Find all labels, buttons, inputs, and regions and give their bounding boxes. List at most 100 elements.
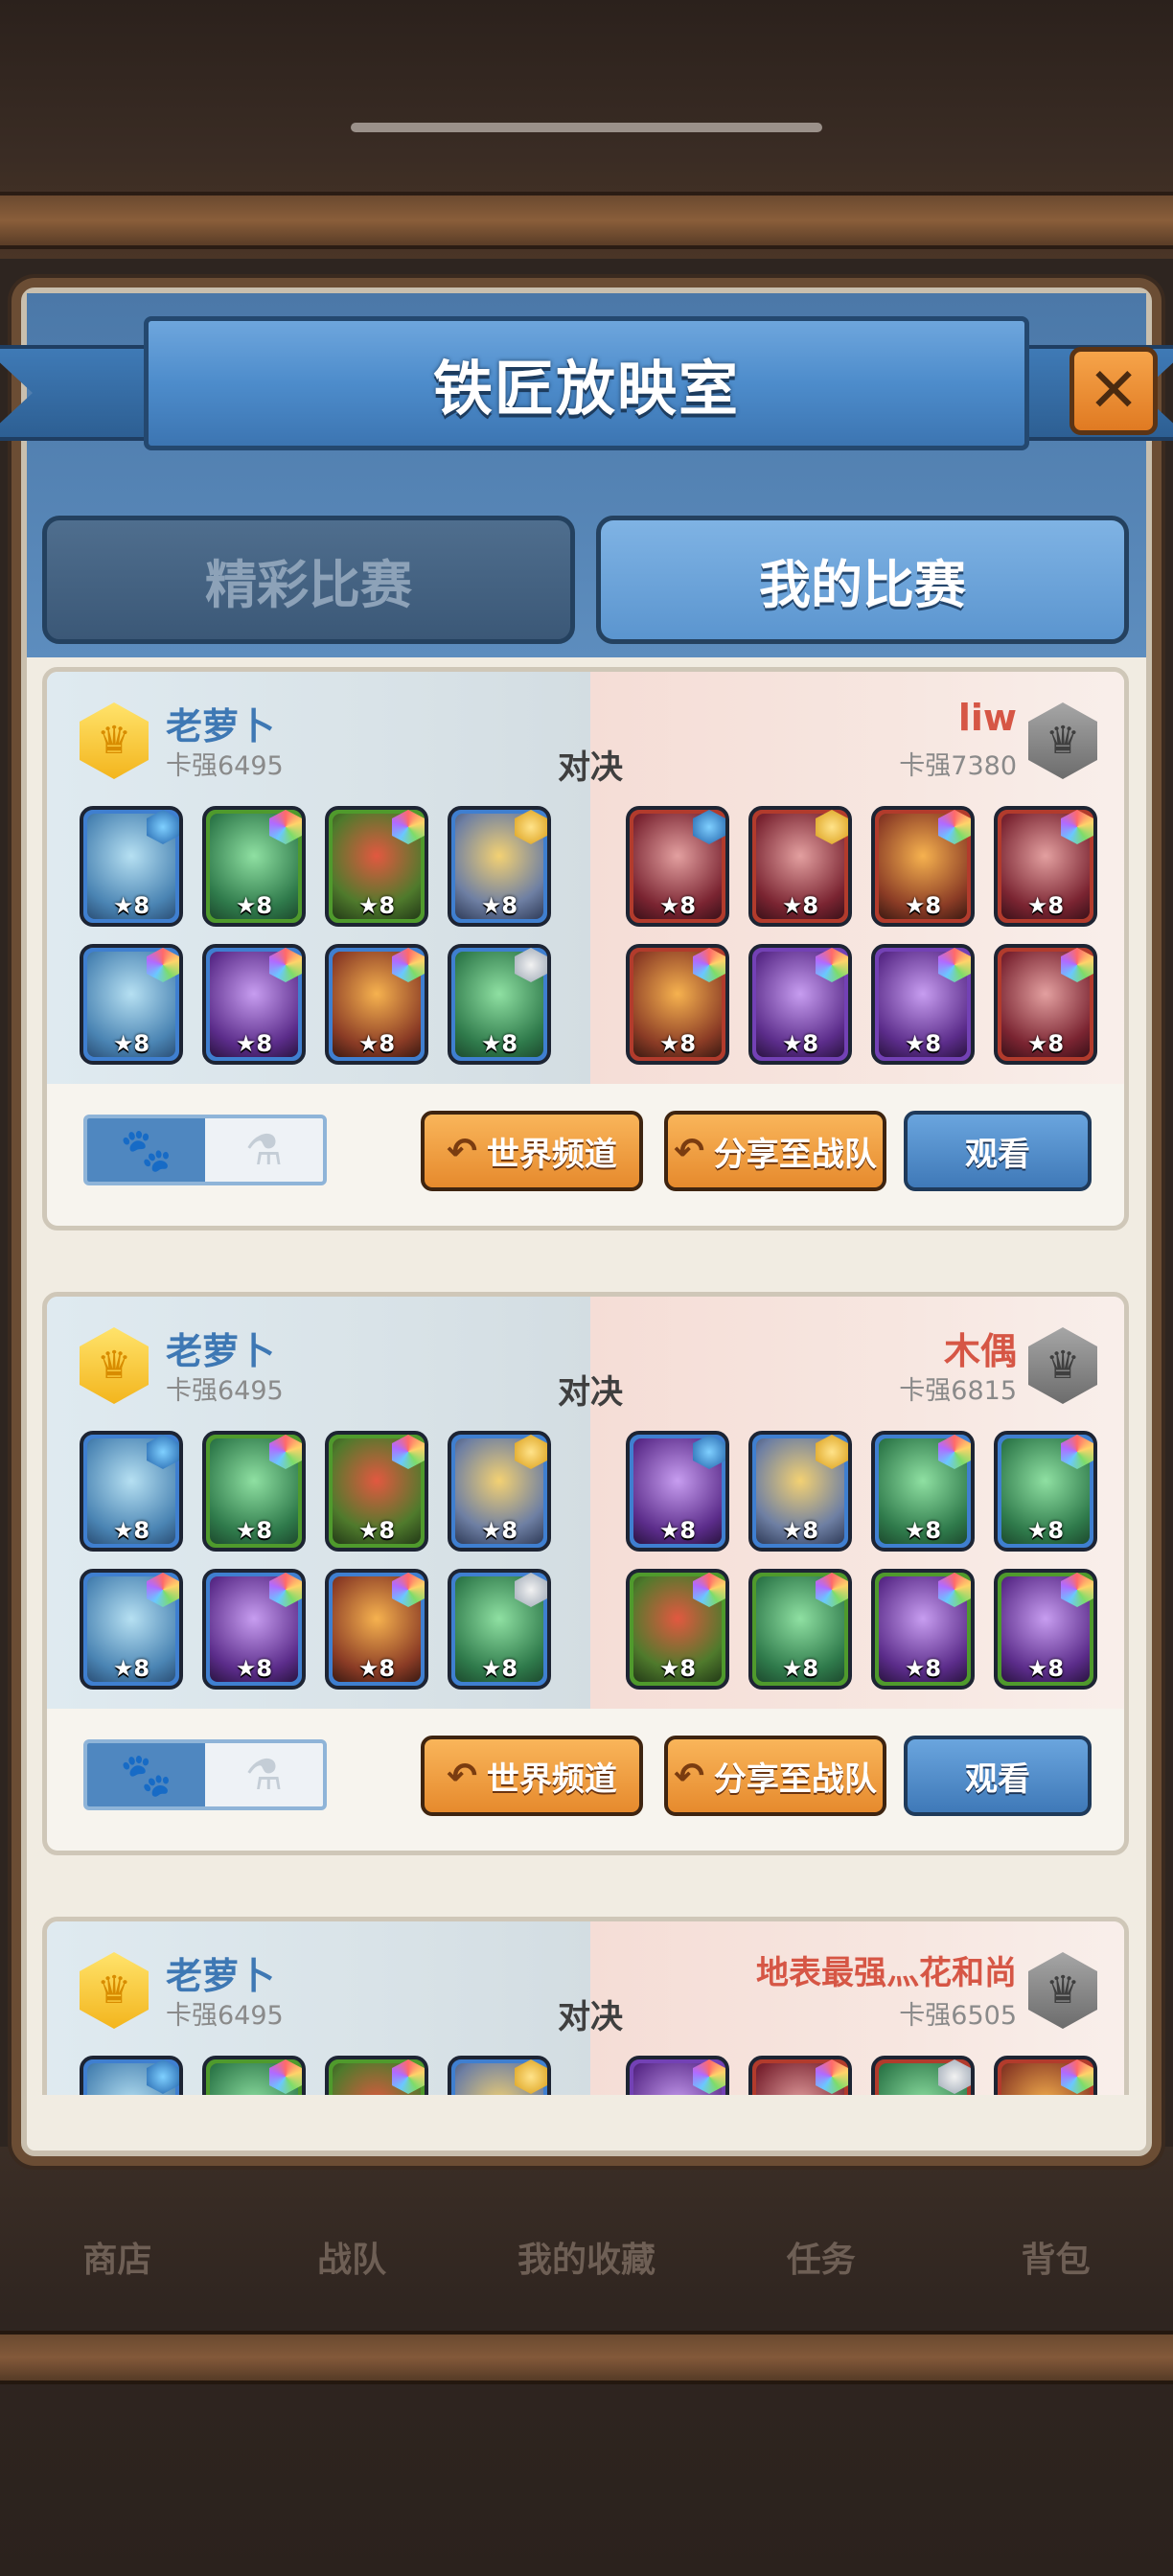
left-player-name[interactable]: 老萝卜 <box>166 1322 275 1374</box>
unit-card[interactable]: ★8 <box>871 1569 975 1690</box>
share-to-team-button[interactable]: ↶ 分享至战队 <box>664 1111 886 1191</box>
match-card: ♛ 老萝卜 卡强6495 对决 liw 卡强7380 ♛ ★8 ★8 ★8 ★8… <box>42 667 1129 1230</box>
unit-star-level: ★8 <box>904 1030 942 1057</box>
watch-button[interactable]: 观看 <box>904 1111 1092 1191</box>
right-player-power: 卡强6505 <box>899 2001 1017 2031</box>
unit-star-level: ★8 <box>781 892 819 919</box>
unit-star-level: ★8 <box>904 892 942 919</box>
unit-card[interactable]: ★8 <box>448 806 551 927</box>
ribbon-left-tail <box>0 345 153 441</box>
unit-star-level: ★8 <box>235 1030 273 1057</box>
unit-star-level: ★8 <box>658 1517 697 1544</box>
match-list[interactable]: ♛ 老萝卜 卡强6495 对决 liw 卡强7380 ♛ ★8 ★8 ★8 ★8… <box>42 667 1129 2133</box>
unit-star-level: ★8 <box>904 1517 942 1544</box>
unit-card[interactable]: ★8 <box>626 1569 729 1690</box>
unit-card[interactable]: ★8 <box>626 944 729 1065</box>
vs-label: 对决 <box>558 748 623 787</box>
nav-collection[interactable]: 我的收藏 <box>491 2232 682 2282</box>
unit-star-level: ★8 <box>1026 1517 1065 1544</box>
bottom-wood-beam <box>0 2331 1173 2384</box>
view-mode-toggle[interactable]: 🐾 ⚗ <box>83 1115 327 1185</box>
unit-star-level: ★8 <box>480 1030 518 1057</box>
paw-icon[interactable]: 🐾 <box>87 1118 205 1182</box>
unit-card[interactable]: ★8 <box>202 806 306 927</box>
right-player-name[interactable]: 地表最强灬花和尚 <box>756 1946 1017 1993</box>
unit-card[interactable]: ★8 <box>202 1431 306 1552</box>
world-channel-label: 世界频道 <box>486 1760 617 1799</box>
unit-star-level: ★8 <box>781 1655 819 1682</box>
unit-card[interactable]: ★8 <box>994 1569 1097 1690</box>
paw-icon[interactable]: 🐾 <box>87 1743 205 1806</box>
unit-card[interactable]: ★8 <box>325 944 428 1065</box>
nav-bag[interactable]: 背包 <box>960 2232 1152 2282</box>
potion-icon[interactable]: ⚗ <box>205 1118 323 1182</box>
top-wood-beam <box>0 192 1173 249</box>
world-channel-button[interactable]: ↶ 世界频道 <box>421 1736 643 1816</box>
vs-label: 对决 <box>558 1998 623 2036</box>
close-icon: ✕ <box>1088 356 1139 426</box>
unit-card[interactable]: ★8 <box>871 1431 975 1552</box>
view-mode-toggle[interactable]: 🐾 ⚗ <box>83 1739 327 1810</box>
unit-card[interactable]: ★8 <box>202 944 306 1065</box>
unit-star-level: ★8 <box>112 1517 150 1544</box>
unit-star-level: ★8 <box>235 1655 273 1682</box>
right-player-name[interactable]: liw <box>958 697 1017 739</box>
unit-card[interactable]: ★8 <box>994 1431 1097 1552</box>
unit-card[interactable]: ★8 <box>80 1431 183 1552</box>
share-to-team-label: 分享至战队 <box>713 1135 877 1174</box>
unit-star-level: ★8 <box>658 892 697 919</box>
unit-card[interactable]: ★8 <box>994 944 1097 1065</box>
unit-star-level: ★8 <box>658 1030 697 1057</box>
unit-card[interactable]: ★8 <box>871 806 975 927</box>
unit-card[interactable]: ★8 <box>748 1431 852 1552</box>
unit-card[interactable]: ★8 <box>448 944 551 1065</box>
unit-card[interactable]: ★8 <box>748 1569 852 1690</box>
unit-card[interactable]: ★8 <box>626 1431 729 1552</box>
unit-star-level: ★8 <box>357 1030 396 1057</box>
vs-label: 对决 <box>558 1373 623 1412</box>
tab-my-matches[interactable]: 我的比赛 <box>596 516 1129 644</box>
unit-card[interactable]: ★8 <box>626 806 729 927</box>
nav-tasks[interactable]: 任务 <box>725 2232 917 2282</box>
left-player-power: 卡强6495 <box>166 2001 284 2031</box>
close-button[interactable]: ✕ <box>1070 347 1158 435</box>
unit-card[interactable]: ★8 <box>325 806 428 927</box>
share-to-team-button[interactable]: ↶ 分享至战队 <box>664 1736 886 1816</box>
tab-bar: 精彩比赛 我的比赛 <box>42 516 1129 644</box>
unit-card[interactable]: ★8 <box>748 806 852 927</box>
unit-card[interactable]: ★8 <box>325 1431 428 1552</box>
unit-card[interactable]: ★8 <box>80 944 183 1065</box>
left-player-name[interactable]: 老萝卜 <box>166 697 275 749</box>
unit-card[interactable]: ★8 <box>202 1569 306 1690</box>
unit-star-level: ★8 <box>1026 1655 1065 1682</box>
share-arrow-icon: ↶ <box>447 1130 477 1172</box>
unit-star-level: ★8 <box>357 1517 396 1544</box>
left-player-power: 卡强6495 <box>166 751 284 781</box>
unit-star-level: ★8 <box>781 1517 819 1544</box>
nav-shop[interactable]: 商店 <box>21 2232 213 2282</box>
watch-button[interactable]: 观看 <box>904 1736 1092 1816</box>
unit-star-level: ★8 <box>781 1030 819 1057</box>
unit-card[interactable]: ★8 <box>80 806 183 927</box>
unit-card[interactable]: ★8 <box>80 1569 183 1690</box>
unit-card[interactable]: ★8 <box>871 944 975 1065</box>
share-arrow-icon: ↶ <box>674 1755 704 1797</box>
world-channel-button[interactable]: ↶ 世界频道 <box>421 1111 643 1191</box>
unit-star-level: ★8 <box>480 1655 518 1682</box>
unit-card[interactable]: ★8 <box>448 1431 551 1552</box>
unit-star-level: ★8 <box>112 892 150 919</box>
share-to-team-label: 分享至战队 <box>713 1760 877 1799</box>
tab-highlights[interactable]: 精彩比赛 <box>42 516 575 644</box>
left-player-name[interactable]: 老萝卜 <box>166 1946 275 1999</box>
nav-team[interactable]: 战队 <box>256 2232 448 2282</box>
unit-star-level: ★8 <box>112 1655 150 1682</box>
bottom-nav: 商店 战队 我的收藏 任务 背包 <box>0 2204 1173 2310</box>
unit-card[interactable]: ★8 <box>748 944 852 1065</box>
unit-card[interactable]: ★8 <box>448 1569 551 1690</box>
right-player-power: 卡强7380 <box>899 751 1017 781</box>
unit-card[interactable]: ★8 <box>325 1569 428 1690</box>
right-player-name[interactable]: 木偶 <box>944 1322 1017 1374</box>
unit-card[interactable]: ★8 <box>994 806 1097 927</box>
unit-star-level: ★8 <box>1026 1030 1065 1057</box>
potion-icon[interactable]: ⚗ <box>205 1743 323 1806</box>
